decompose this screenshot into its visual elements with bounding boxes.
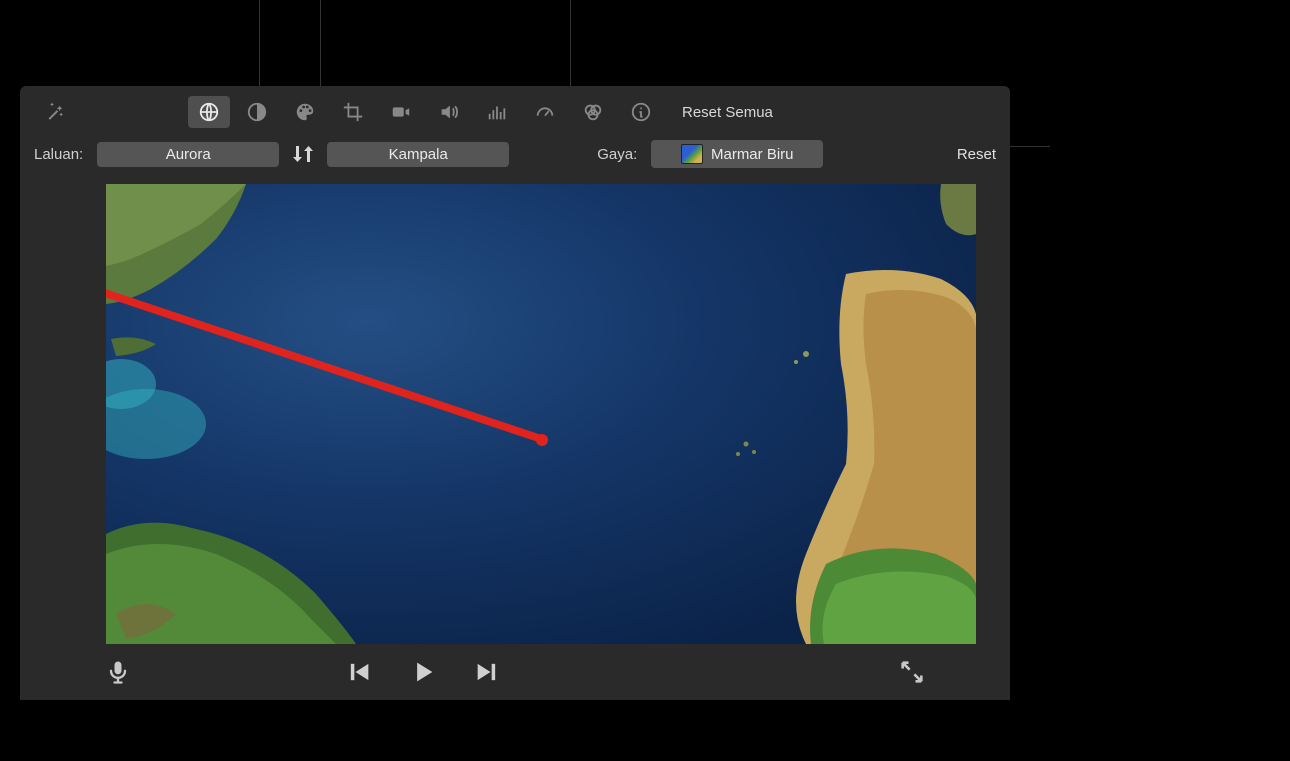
reset-button[interactable]: Reset bbox=[957, 146, 996, 163]
microphone-icon[interactable] bbox=[104, 658, 132, 686]
map-style-dropdown[interactable]: Marmar Biru bbox=[651, 140, 823, 168]
world-map-graphic bbox=[106, 184, 976, 644]
playback-bar bbox=[20, 644, 1010, 700]
previous-frame-button[interactable] bbox=[345, 658, 373, 686]
palette-icon[interactable] bbox=[284, 96, 326, 128]
volume-icon[interactable] bbox=[428, 96, 470, 128]
map-style-thumbnail bbox=[681, 144, 703, 164]
style-label: Gaya: bbox=[597, 146, 637, 163]
info-icon[interactable] bbox=[620, 96, 662, 128]
contrast-icon[interactable] bbox=[236, 96, 278, 128]
fullscreen-icon[interactable] bbox=[898, 658, 926, 686]
filters-icon[interactable] bbox=[572, 96, 614, 128]
equalizer-icon[interactable] bbox=[476, 96, 518, 128]
camera-icon[interactable] bbox=[380, 96, 422, 128]
start-location-value: Aurora bbox=[166, 146, 211, 163]
map-controls-row: Laluan: Aurora Kampala Gaya: Marmar Biru… bbox=[20, 134, 1010, 180]
next-frame-button[interactable] bbox=[473, 658, 501, 686]
start-location-dropdown[interactable]: Aurora bbox=[97, 142, 279, 167]
magic-wand-icon[interactable] bbox=[34, 96, 76, 128]
swap-locations-button[interactable] bbox=[289, 140, 317, 168]
reset-all-button[interactable]: Reset Semua bbox=[682, 104, 773, 121]
video-editor-panel: Reset Semua Laluan: Aurora Kampala Gaya:… bbox=[20, 86, 1010, 700]
route-label: Laluan: bbox=[34, 146, 83, 163]
end-location-dropdown[interactable]: Kampala bbox=[327, 142, 509, 167]
map-preview bbox=[106, 184, 976, 644]
globe-icon[interactable] bbox=[188, 96, 230, 128]
play-button[interactable] bbox=[409, 658, 437, 686]
end-location-value: Kampala bbox=[389, 146, 448, 163]
crop-icon[interactable] bbox=[332, 96, 374, 128]
map-style-value: Marmar Biru bbox=[711, 146, 794, 163]
speedometer-icon[interactable] bbox=[524, 96, 566, 128]
adjustments-toolbar: Reset Semua bbox=[20, 86, 1010, 134]
route-endpoint-dot bbox=[536, 434, 548, 446]
